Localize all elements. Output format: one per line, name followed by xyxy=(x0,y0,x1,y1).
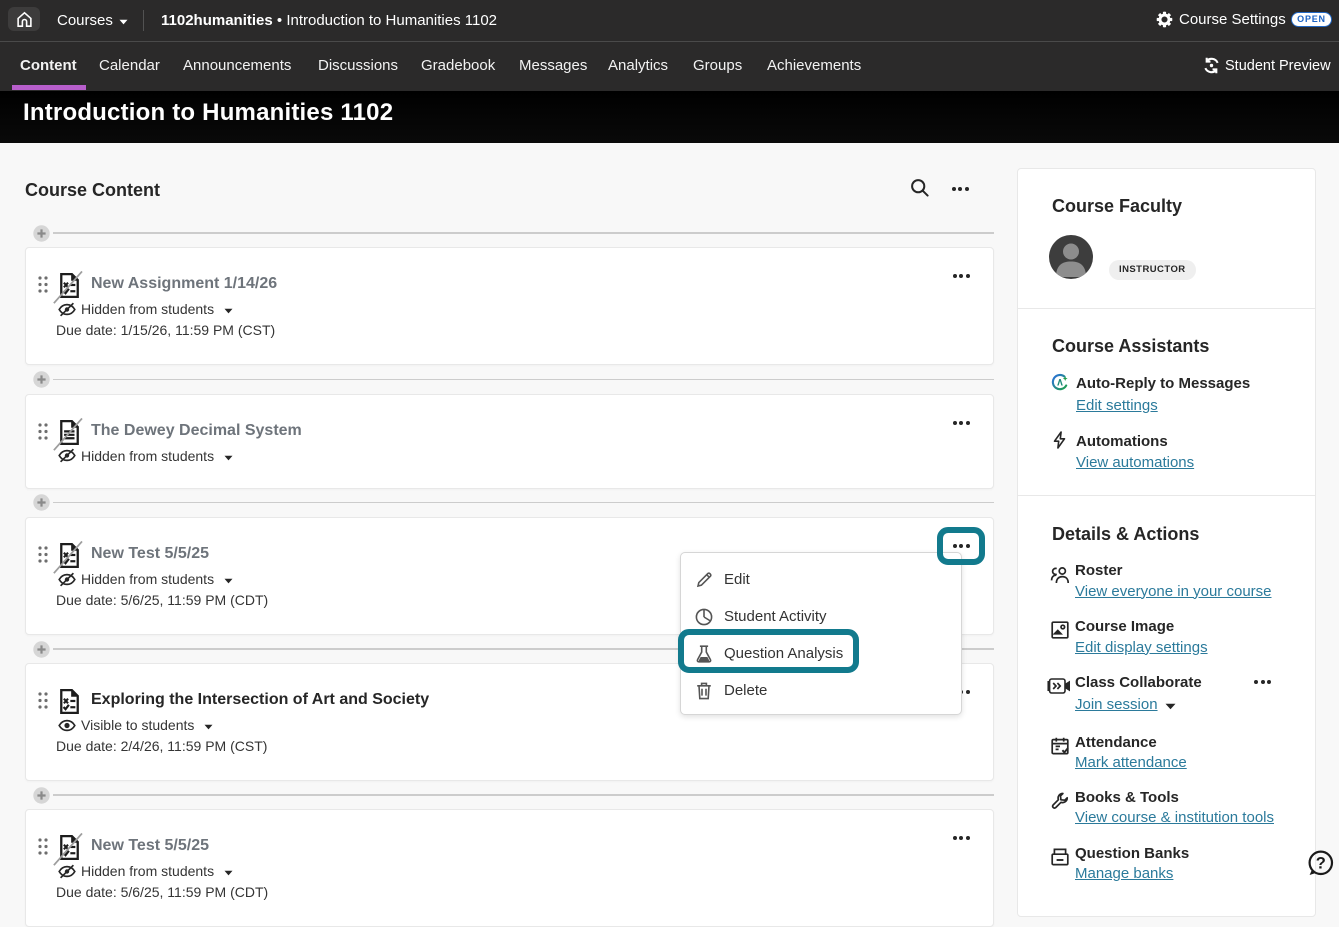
svg-text:?: ? xyxy=(1316,855,1326,873)
